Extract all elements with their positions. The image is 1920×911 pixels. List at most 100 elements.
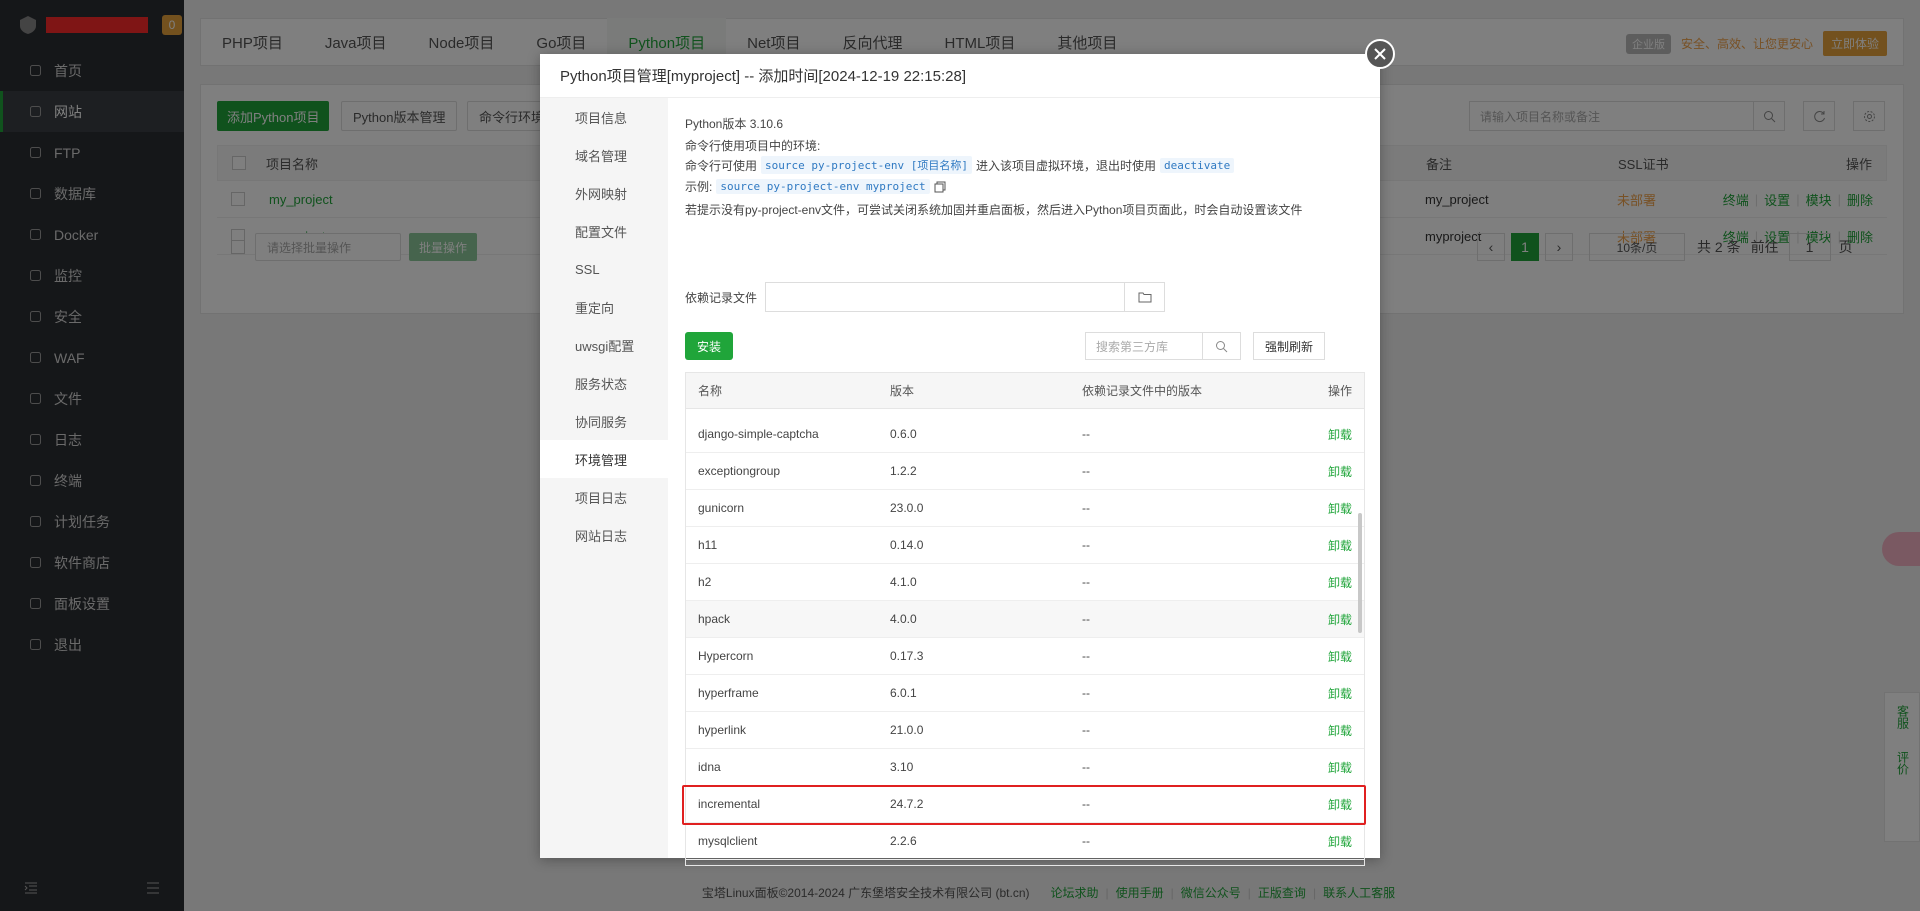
modal-nav-item[interactable]: 环境管理 [540, 440, 668, 478]
table-scrollbar[interactable] [1358, 513, 1362, 633]
library-search[interactable]: 搜索第三方库 [1085, 332, 1241, 360]
force-refresh-button[interactable]: 强制刷新 [1253, 332, 1325, 360]
package-dep-version: -- [1082, 760, 1090, 774]
package-version: 2.2.6 [890, 834, 917, 848]
dep-file-label: 依赖记录文件 [685, 290, 758, 305]
package-version: 23.0.0 [890, 501, 924, 515]
package-row: idna 3.10 -- 卸载 [686, 749, 1364, 786]
package-name: h11 [698, 538, 718, 552]
cmd-usage-line: 命令行可使用 source py-project-env [项目名称] 进入该项… [685, 156, 1235, 174]
modal-nav-item[interactable]: SSL [540, 250, 668, 288]
package-version: 4.1.0 [890, 575, 917, 589]
package-row: gunicorn 23.0.0 -- 卸载 [686, 490, 1364, 527]
package-version: 0.14.0 [890, 538, 924, 552]
uninstall-button[interactable]: 卸载 [1328, 638, 1352, 674]
package-name: h2 [698, 575, 712, 589]
package-name: hyperframe [698, 686, 759, 700]
package-row: mysqlclient 2.2.6 -- 卸载 [686, 823, 1364, 860]
uninstall-button[interactable]: 卸载 [1328, 675, 1352, 711]
package-dep-version: -- [1082, 575, 1090, 589]
library-search-input[interactable]: 搜索第三方库 [1086, 338, 1202, 355]
folder-icon[interactable] [1125, 282, 1166, 312]
install-button[interactable]: 安装 [685, 332, 733, 360]
modal-nav-item[interactable]: uwsgi配置 [540, 326, 668, 364]
uninstall-button[interactable]: 卸载 [1328, 453, 1352, 489]
package-dep-version: -- [1082, 723, 1090, 737]
col-version: 版本 [890, 384, 915, 398]
package-row: hyperframe 6.0.1 -- 卸载 [686, 675, 1364, 712]
package-name: hyperlink [698, 723, 747, 737]
modal-nav-item[interactable]: 配置文件 [540, 212, 668, 250]
package-name: gunicorn [698, 501, 745, 515]
uninstall-button[interactable]: 卸载 [1328, 527, 1352, 563]
package-dep-version: -- [1082, 538, 1090, 552]
uninstall-button[interactable]: 卸载 [1328, 749, 1352, 785]
col-dep-version: 依赖记录文件中的版本 [1082, 384, 1203, 398]
package-dep-version: -- [1082, 501, 1090, 515]
package-name: django-simple-captcha [698, 427, 819, 441]
package-dep-version: -- [1082, 686, 1090, 700]
uninstall-button[interactable]: 卸载 [1328, 490, 1352, 526]
package-name: Hypercorn [698, 649, 754, 663]
package-version: 4.0.0 [890, 612, 917, 626]
package-version: 3.10 [890, 760, 914, 774]
cmd-use-mid: 进入该项目虚拟环境，退出时使用 [975, 158, 1156, 173]
uninstall-button[interactable]: 卸载 [1328, 564, 1352, 600]
package-row: hpack 4.0.0 -- 卸载 [686, 601, 1364, 638]
package-version: 6.0.1 [890, 686, 917, 700]
package-table-header: 名称 版本 依赖记录文件中的版本 操作 [686, 373, 1364, 409]
package-row: Hypercorn 0.17.3 -- 卸载 [686, 638, 1364, 675]
modal-nav-item[interactable]: 重定向 [540, 288, 668, 326]
cmd-source-code: source py-project-env [项目名称] [761, 156, 972, 174]
package-version: 21.0.0 [890, 723, 924, 737]
package-version: 0.17.3 [890, 649, 924, 663]
missing-file-hint: 若提示没有py-project-env文件，可尝试关闭系统加固并重启面板，然后进… [685, 203, 1303, 217]
package-version: 1.2.2 [890, 464, 917, 478]
package-row: h2 4.1.0 -- 卸载 [686, 564, 1364, 601]
copy-icon[interactable] [934, 181, 946, 193]
cmd-use-prefix: 命令行可使用 [685, 158, 758, 173]
package-row: hyperlink 21.0.0 -- 卸载 [686, 712, 1364, 749]
package-row: h11 0.14.0 -- 卸载 [686, 527, 1364, 564]
python-version: Python版本 3.10.6 [685, 117, 784, 131]
col-ops: 操作 [1327, 384, 1352, 398]
modal-nav: 项目信息 域名管理 外网映射 配置文件 SSL 重定向 uwsgi配置 服务状态 协同服务 环境管… [540, 98, 668, 858]
modal-nav-item[interactable]: 协同服务 [540, 402, 668, 440]
package-row: exceptiongroup 1.2.2 -- 卸载 [686, 453, 1364, 490]
package-dep-version: -- [1082, 612, 1090, 626]
modal-nav-item[interactable]: 项目日志 [540, 478, 668, 516]
uninstall-button[interactable]: 卸载 [1328, 416, 1352, 452]
package-row: django-simple-captcha 0.6.0 -- 卸载 [686, 416, 1364, 453]
modal-nav-item[interactable]: 域名管理 [540, 136, 668, 174]
package-name: hpack [698, 612, 731, 626]
cmd-hint: 命令行使用项目中的环境: [685, 139, 821, 153]
package-dep-version: -- [1082, 464, 1090, 478]
mysqlclient-highlight-box [682, 785, 1366, 825]
package-name: exceptiongroup [698, 464, 781, 478]
modal-nav-item[interactable]: 网站日志 [540, 516, 668, 554]
modal-title: Python项目管理[myproject] -- 添加时间[2024-12-19… [540, 54, 1380, 98]
python-project-modal: Python项目管理[myproject] -- 添加时间[2024-12-19… [540, 54, 1380, 866]
uninstall-button[interactable]: 卸载 [1328, 601, 1352, 637]
example-line: 示例: source py-project-env myproject [685, 178, 946, 195]
uninstall-button[interactable]: 卸载 [1328, 823, 1352, 859]
package-dep-version: -- [1082, 834, 1090, 848]
example-code: source py-project-env myproject [716, 179, 930, 194]
uninstall-button[interactable]: 卸载 [1328, 712, 1352, 748]
close-icon[interactable] [1365, 39, 1395, 69]
package-dep-version: -- [1082, 427, 1090, 441]
cmd-deactivate-code: deactivate [1159, 157, 1235, 173]
dep-file-row: 依赖记录文件 [685, 282, 1166, 312]
modal-nav-item[interactable]: 服务状态 [540, 364, 668, 402]
env-management-panel: Python版本 3.10.6 命令行使用项目中的环境: 命令行可使用 sour… [668, 98, 1380, 866]
modal-nav-item[interactable]: 项目信息 [540, 98, 668, 136]
search-icon[interactable] [1202, 333, 1240, 359]
package-name: idna [698, 760, 721, 774]
col-name: 名称 [698, 384, 723, 398]
package-name: mysqlclient [698, 834, 758, 848]
package-version: 0.6.0 [890, 427, 917, 441]
modal-nav-item[interactable]: 外网映射 [540, 174, 668, 212]
dep-file-input[interactable] [765, 282, 1126, 312]
example-label: 示例: [685, 180, 713, 194]
package-dep-version: -- [1082, 649, 1090, 663]
